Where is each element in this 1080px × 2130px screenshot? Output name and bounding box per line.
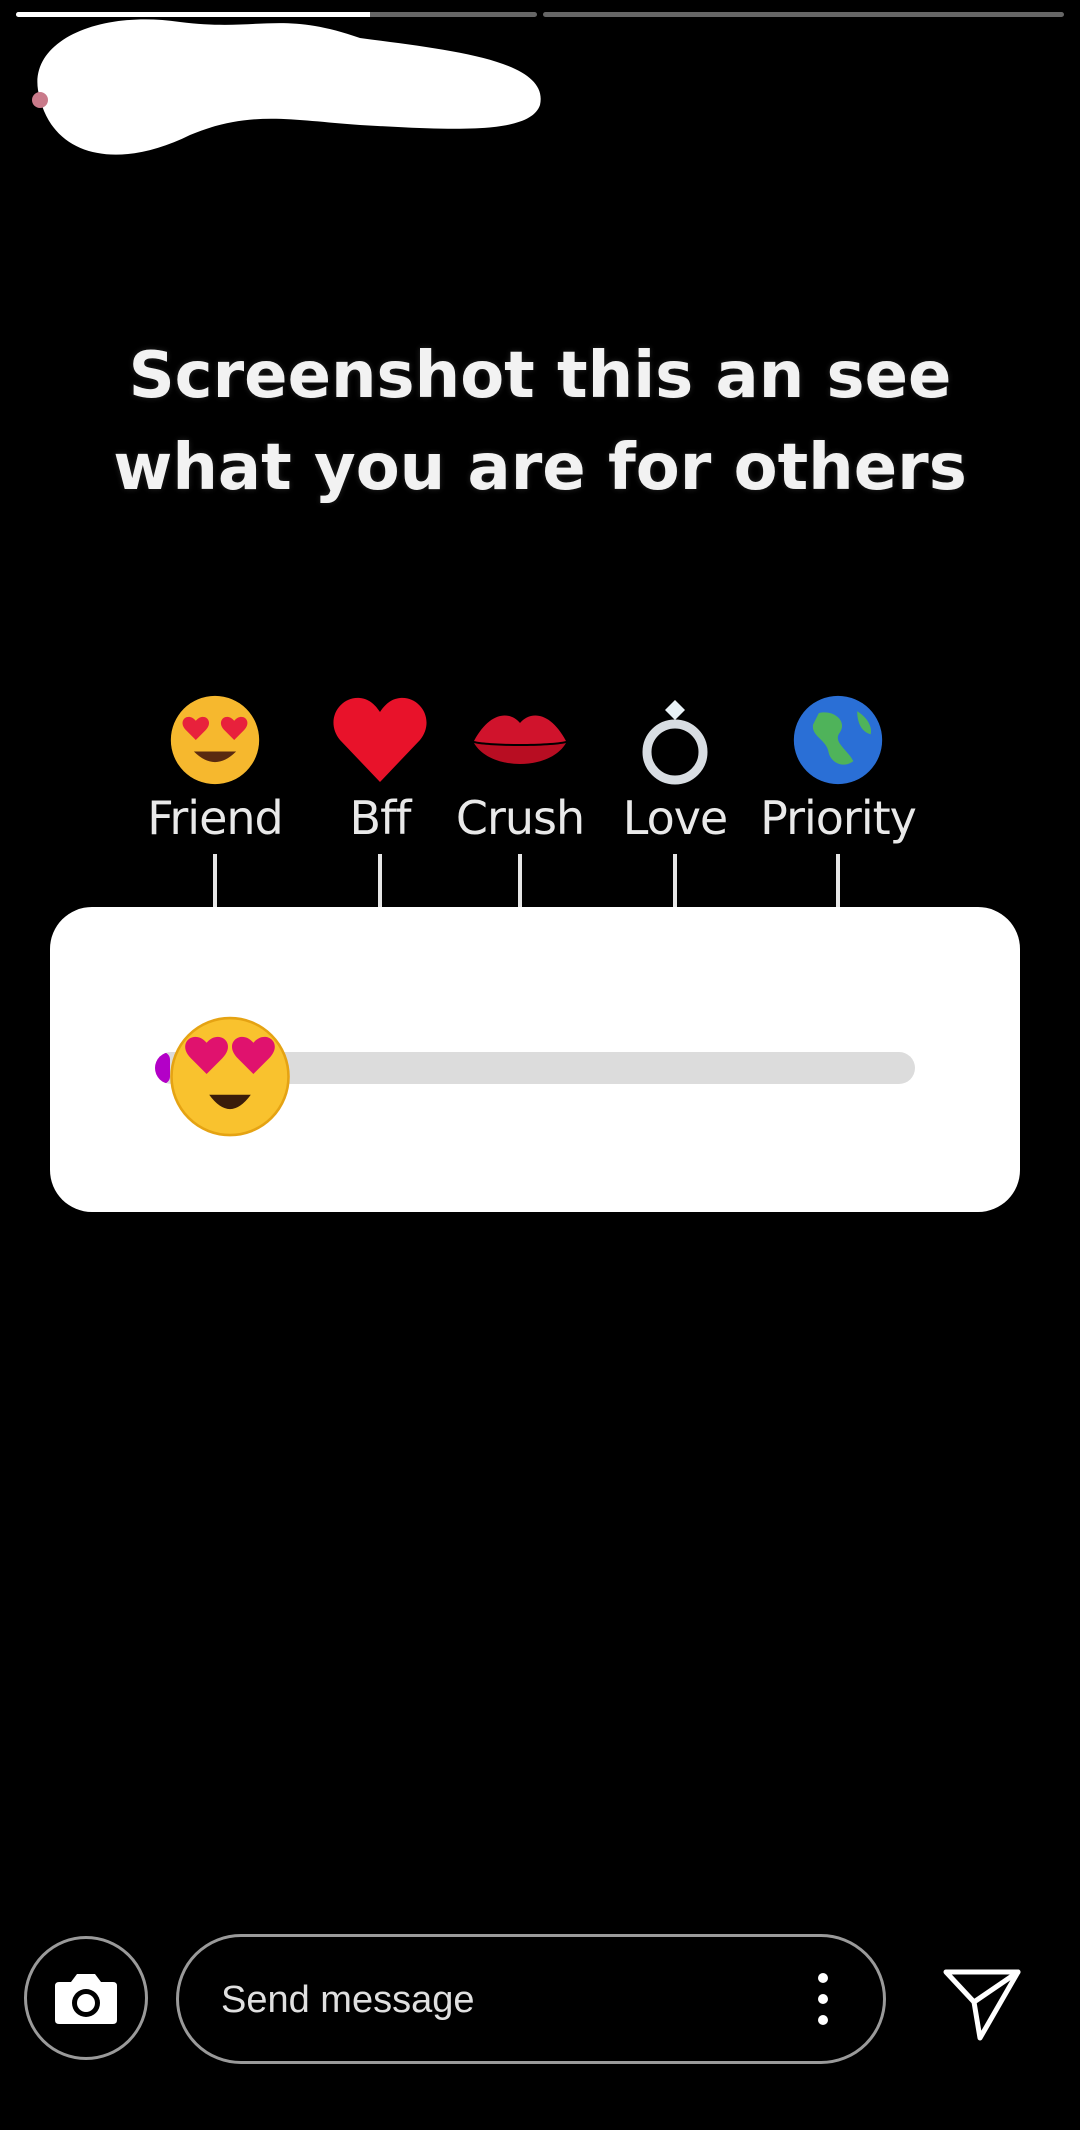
progress-segment bbox=[543, 12, 1064, 17]
headline-line: what you are for others bbox=[113, 431, 967, 505]
redacted-header bbox=[32, 19, 541, 155]
scale-tick bbox=[378, 854, 382, 910]
more-vertical-icon[interactable] bbox=[813, 1973, 833, 2025]
dot bbox=[818, 2015, 828, 2025]
dot bbox=[818, 1994, 828, 2004]
scale-item-priority: Priority bbox=[738, 690, 938, 910]
scale-tick bbox=[673, 854, 677, 910]
emoji-scale: Friend Bff Crush Love Priority bbox=[0, 690, 1080, 910]
camera-icon bbox=[55, 1974, 117, 2024]
message-input[interactable] bbox=[219, 1937, 783, 2063]
globe-icon bbox=[738, 690, 938, 790]
scale-label: Priority bbox=[760, 791, 917, 845]
scale-tick bbox=[213, 854, 217, 910]
scale-tick bbox=[518, 854, 522, 910]
story-headline: Screenshot this an see what you are for … bbox=[40, 330, 1040, 514]
message-box bbox=[176, 1934, 886, 2064]
story-viewer: Screenshot this an see what you are for … bbox=[0, 0, 1080, 2130]
headline-line: Screenshot this an see bbox=[128, 339, 952, 413]
send-icon[interactable] bbox=[940, 1960, 1024, 2044]
heart-eyes-emoji-icon bbox=[170, 1016, 290, 1137]
scale-tick bbox=[836, 854, 840, 910]
emoji-slider-sticker bbox=[50, 907, 1020, 1212]
camera-button[interactable] bbox=[24, 1936, 148, 2060]
slider-thumb[interactable] bbox=[165, 1009, 295, 1139]
dot bbox=[818, 1973, 828, 1983]
